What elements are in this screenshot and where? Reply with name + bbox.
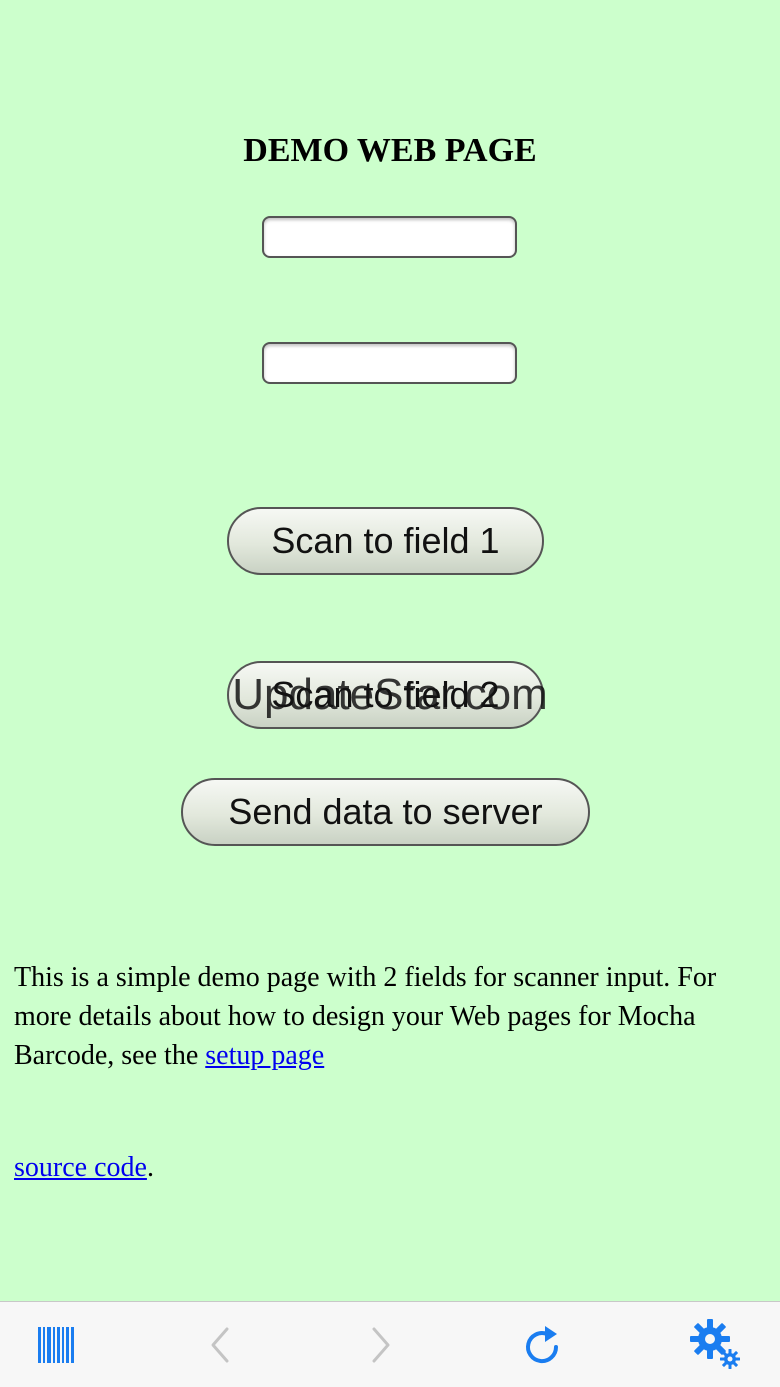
reload-button[interactable] — [504, 1302, 584, 1387]
settings-button[interactable] — [676, 1302, 756, 1387]
bottom-toolbar — [0, 1301, 780, 1387]
scan-to-field-2-button[interactable]: Scan to field 2 — [227, 661, 544, 729]
barcode-scan-button[interactable] — [16, 1302, 96, 1387]
source-code-link[interactable]: source code — [14, 1152, 147, 1183]
barcode-icon — [38, 1327, 74, 1363]
scan-field-2-input[interactable] — [262, 342, 517, 384]
reload-icon — [526, 1326, 559, 1364]
description-paragraph: This is a simple demo page with 2 fields… — [14, 958, 754, 1075]
setup-page-link[interactable]: setup page — [205, 1040, 324, 1071]
back-arrow-icon — [211, 1327, 229, 1363]
source-code-line: source code. — [14, 1152, 154, 1184]
send-data-button[interactable]: Send data to server — [181, 778, 590, 846]
back-button[interactable] — [180, 1302, 260, 1387]
page-title: DEMO WEB PAGE — [243, 132, 537, 169]
settings-gear-icon — [690, 1319, 740, 1369]
scan-to-field-1-button[interactable]: Scan to field 1 — [227, 507, 544, 575]
description-text: This is a simple demo page with 2 fields… — [14, 962, 717, 1071]
scan-field-1-input[interactable] — [262, 216, 517, 258]
forward-button[interactable] — [341, 1302, 421, 1387]
forward-arrow-icon — [372, 1327, 390, 1363]
source-code-suffix: . — [146, 1152, 154, 1183]
